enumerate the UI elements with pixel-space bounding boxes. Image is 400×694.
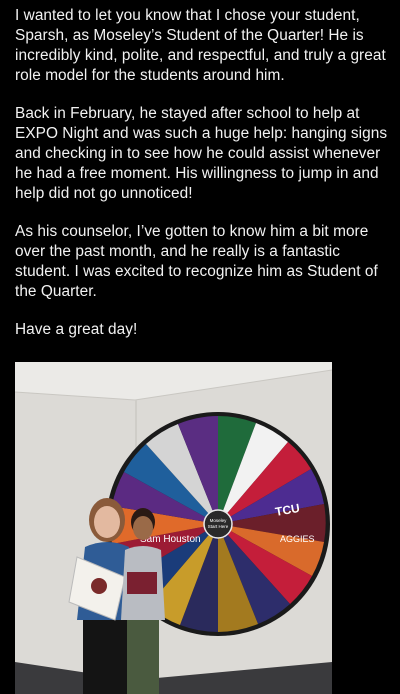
message-paragraph: Back in February, he stayed after school… — [15, 105, 388, 202]
message-body: I wanted to let you know that I chose yo… — [15, 6, 393, 358]
svg-text:Start Here: Start Here — [208, 524, 229, 529]
photo-illustration: Moseley Start Here TCU AGGIES Sam Housto… — [15, 362, 332, 694]
svg-text:Moseley: Moseley — [210, 518, 228, 523]
message-paragraph: I wanted to let you know that I chose yo… — [15, 7, 386, 84]
attached-photo[interactable]: Moseley Start Here TCU AGGIES Sam Housto… — [15, 362, 332, 694]
message-paragraph: As his counselor, I’ve gotten to know hi… — [15, 223, 378, 300]
message-paragraph: Have a great day! — [15, 321, 138, 338]
svg-text:AGGIES: AGGIES — [280, 534, 315, 544]
